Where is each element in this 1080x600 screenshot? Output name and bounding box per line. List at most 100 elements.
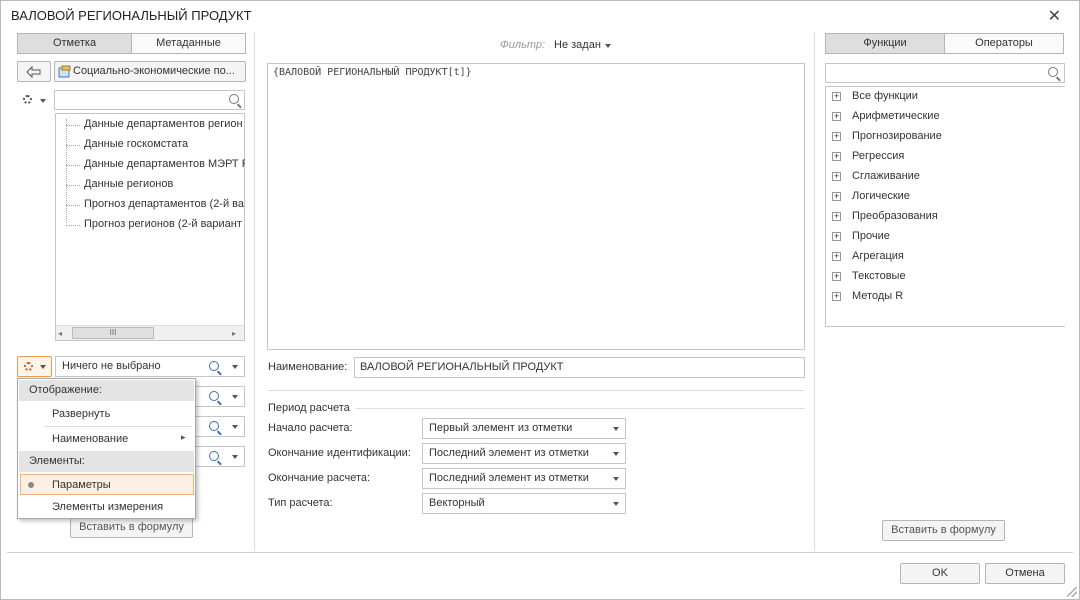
expand-plus-icon[interactable]: + (832, 292, 841, 301)
window-title: ВАЛОВОЙ РЕГИОНАЛЬНЫЙ ПРОДУКТ (11, 8, 252, 23)
tree-item[interactable]: Данные департаментов МЭРТ Р (84, 158, 249, 170)
right-insert-formula-button[interactable]: Вставить в формулу (882, 520, 1005, 541)
function-category[interactable]: Прочие (852, 230, 890, 242)
calc-end-select[interactable]: Последний элемент из отметки (422, 468, 626, 489)
start-select[interactable]: Первый элемент из отметки (422, 418, 626, 439)
menu-item-naming[interactable]: Наименование (52, 433, 128, 445)
chevron-down-icon[interactable] (232, 395, 238, 399)
footer-divider (7, 552, 1073, 553)
name-input[interactable]: ВАЛОВОЙ РЕГИОНАЛЬНЫЙ ПРОДУКТ (354, 357, 805, 378)
scrollbar-thumb[interactable]: III (72, 327, 154, 339)
chevron-down-icon[interactable] (40, 99, 46, 103)
selection-options-button[interactable] (17, 356, 52, 377)
function-category[interactable]: Все функции (852, 90, 918, 102)
scroll-left-icon[interactable]: ◂ (58, 329, 62, 338)
start-label: Начало расчета: (268, 422, 353, 434)
settings-gear-icon[interactable] (23, 95, 32, 104)
functions-search-input[interactable] (825, 63, 1065, 83)
filter-label: Фильтр: (500, 39, 546, 51)
resize-grip-icon[interactable] (1067, 587, 1077, 597)
left-insert-formula-button[interactable]: Вставить в формулу (70, 516, 193, 538)
tree-connector (66, 205, 80, 206)
search-icon (1048, 67, 1058, 77)
function-category[interactable]: Арифметические (852, 110, 940, 122)
function-category[interactable]: Агрегация (852, 250, 904, 262)
chevron-down-icon (613, 427, 619, 431)
name-value: ВАЛОВОЙ РЕГИОНАЛЬНЫЙ ПРОДУКТ (360, 361, 564, 373)
tree-item[interactable]: Данные госкомстата (84, 138, 188, 150)
dialog-window: ВАЛОВОЙ РЕГИОНАЛЬНЫЙ ПРОДУКТ ✕ Отметка М… (0, 0, 1080, 600)
function-category[interactable]: Сглаживание (852, 170, 920, 182)
filter-value[interactable]: Не задан (554, 39, 601, 51)
scroll-right-icon[interactable]: ▸ (232, 329, 236, 338)
menu-item-dimension-elements[interactable]: Элементы измерения (52, 501, 163, 513)
settings-gear-icon (24, 362, 33, 371)
cube-folder-icon (58, 65, 71, 78)
search-icon[interactable] (209, 421, 219, 431)
ident-end-select[interactable]: Последний элемент из отметки (422, 443, 626, 464)
tree-item[interactable]: Прогноз регионов (2-й вариант (84, 218, 242, 230)
start-value: Первый элемент из отметки (429, 422, 573, 434)
expand-plus-icon[interactable]: + (832, 112, 841, 121)
expand-plus-icon[interactable]: + (832, 212, 841, 221)
function-category[interactable]: Прогнозирование (852, 130, 942, 142)
tab-metadata[interactable]: Метаданные (132, 34, 245, 53)
close-icon[interactable]: ✕ (1048, 6, 1061, 26)
chevron-down-icon (613, 502, 619, 506)
expand-plus-icon[interactable]: + (832, 192, 841, 201)
chevron-down-icon[interactable] (232, 425, 238, 429)
tree-item[interactable]: Данные департаментов регион (84, 118, 243, 130)
expand-plus-icon[interactable]: + (832, 252, 841, 261)
calc-type-value: Векторный (429, 497, 485, 509)
tree-item[interactable]: Прогноз департаментов (2-й ва (84, 198, 244, 210)
left-panel-divider (254, 32, 255, 551)
tree-connector (66, 225, 80, 226)
chevron-down-icon[interactable] (605, 44, 611, 48)
submenu-arrow-icon: ▸ (181, 432, 186, 442)
source-selector[interactable]: Социально-экономические по... (54, 61, 246, 82)
function-category[interactable]: Текстовые (852, 270, 906, 282)
function-category[interactable]: Методы R (852, 290, 903, 302)
tree-horizontal-scrollbar[interactable]: ◂ III ▸ (56, 325, 244, 340)
calc-end-label: Окончание расчета: (268, 472, 371, 484)
function-category[interactable]: Преобразования (852, 210, 938, 222)
function-category[interactable]: Логические (852, 190, 910, 202)
chevron-down-icon[interactable] (232, 365, 238, 369)
tree-connector (66, 165, 80, 166)
display-options-menu: Отображение: Развернуть Наименование ▸ Э… (17, 378, 196, 519)
tree-item[interactable]: Данные регионов (84, 178, 173, 190)
title-bar: ВАЛОВОЙ РЕГИОНАЛЬНЫЙ ПРОДУКТ ✕ (1, 1, 1079, 31)
expand-plus-icon[interactable]: + (832, 232, 841, 241)
calc-end-value: Последний элемент из отметки (429, 472, 589, 484)
menu-item-parameters[interactable]: Параметры (52, 479, 111, 491)
expand-plus-icon[interactable]: + (832, 172, 841, 181)
expand-plus-icon[interactable]: + (832, 132, 841, 141)
expand-plus-icon[interactable]: + (832, 92, 841, 101)
period-section-title: Период расчета (268, 402, 350, 414)
expand-plus-icon[interactable]: + (832, 272, 841, 281)
radio-selected-icon (28, 482, 34, 488)
cancel-button[interactable]: Отмена (985, 563, 1065, 584)
formula-editor[interactable]: {ВАЛОВОЙ РЕГИОНАЛЬНЫЙ ПРОДУКТ[t]} (267, 63, 805, 350)
source-label: Социально-экономические по... (73, 65, 235, 77)
tab-selection[interactable]: Отметка (18, 34, 132, 53)
search-icon[interactable] (209, 451, 219, 461)
selection-combo[interactable]: Ничего не выбрано (55, 356, 245, 377)
function-category[interactable]: Регрессия (852, 150, 904, 162)
selection-value: Ничего не выбрано (62, 360, 161, 372)
tree-connector (66, 125, 80, 126)
tree-connector (66, 185, 80, 186)
expand-plus-icon[interactable]: + (832, 152, 841, 161)
menu-item-expand[interactable]: Развернуть (52, 408, 110, 420)
tab-operators[interactable]: Операторы (945, 34, 1063, 53)
section-divider (267, 390, 805, 391)
search-icon[interactable] (209, 361, 219, 371)
chevron-down-icon[interactable] (232, 455, 238, 459)
back-button[interactable] (17, 61, 51, 82)
tab-functions[interactable]: Функции (826, 34, 945, 53)
tree-search-input[interactable] (54, 90, 245, 110)
search-icon[interactable] (209, 391, 219, 401)
calc-type-select[interactable]: Векторный (422, 493, 626, 514)
ok-button[interactable]: OK (900, 563, 980, 584)
chevron-down-icon (613, 452, 619, 456)
